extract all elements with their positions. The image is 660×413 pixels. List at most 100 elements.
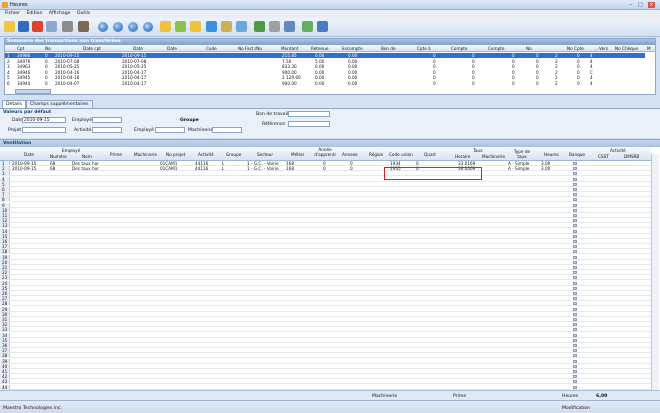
vcol-numero[interactable]: Numéro (50, 154, 67, 159)
banque-button[interactable] (573, 167, 577, 171)
vcol-csst[interactable]: CSST (598, 154, 609, 159)
col-no-fact[interactable]: No Fact./No (238, 46, 262, 51)
vcol-machinerie2[interactable]: Machinerie (482, 154, 505, 159)
banque-button[interactable] (573, 219, 577, 223)
col-compte[interactable]: Compte (451, 46, 467, 51)
vcol-annee[interactable]: Année d'apprenti (314, 147, 336, 157)
banque-button[interactable] (573, 271, 577, 275)
banque-button[interactable] (573, 359, 577, 363)
groupe-machinerie-field[interactable] (212, 127, 242, 133)
calculator-icon[interactable] (206, 21, 217, 32)
banque-button[interactable] (573, 198, 577, 202)
report-icon[interactable] (269, 21, 280, 32)
banque-button[interactable] (573, 260, 577, 264)
source-row[interactable]: 2 34976 0 2010-07-08 2010-07-08 7.50 5.00 0.00 0… (5, 59, 645, 64)
menu-fichier[interactable]: Fichier (5, 10, 20, 18)
col-code[interactable]: Code (206, 46, 217, 51)
vcol-type-taux[interactable]: Type de taux (513, 149, 531, 159)
banque-button[interactable] (573, 385, 577, 389)
folder-open-icon[interactable] (190, 21, 201, 32)
vcol-employe[interactable]: Employé (62, 148, 80, 153)
next-icon[interactable]: › (128, 22, 138, 32)
settings-icon[interactable] (317, 21, 328, 32)
ventilation-row[interactable]: 44 (0, 384, 651, 390)
maximize-button[interactable]: □ (637, 2, 644, 8)
banque-button[interactable] (573, 354, 577, 358)
ok-icon[interactable] (302, 21, 313, 32)
banque-button[interactable] (573, 328, 577, 332)
source-hscroll[interactable] (15, 89, 51, 94)
banque-button[interactable] (573, 349, 577, 353)
projet-field[interactable] (22, 127, 66, 133)
new-icon[interactable] (4, 21, 15, 32)
menu-edition[interactable]: Édition (26, 10, 42, 18)
banque-button[interactable] (573, 297, 577, 301)
col-bon[interactable]: Bon de (381, 46, 396, 51)
last-icon[interactable]: » (143, 22, 153, 32)
source-row[interactable]: 1 34980 0 2010-09-15 2010-09-15 215.85 0.00 0.0… (5, 53, 645, 58)
col-no[interactable]: No (45, 46, 51, 51)
source-row[interactable]: 5 34945 0 2010-04-16 2010-04-17 2 129.60 0.00 0… (5, 75, 645, 80)
banque-button[interactable] (573, 214, 577, 217)
col-cpt[interactable]: Cpt (17, 46, 24, 51)
banque-button[interactable] (573, 286, 577, 290)
col-retenue[interactable]: Retenue (311, 46, 328, 51)
close-button[interactable]: × (648, 2, 655, 8)
vcol-machinerie[interactable]: Machinerie (134, 152, 157, 157)
banque-button[interactable] (573, 344, 577, 347)
source-row[interactable]: 3 34963 0 2010-05-25 2010-05-25 833.30 0.00 0.0… (5, 64, 645, 69)
vcol-quart[interactable]: Quart (424, 152, 436, 157)
refresh-icon[interactable] (175, 21, 186, 32)
vcol-prime[interactable]: Prime (110, 152, 122, 157)
date-field[interactable]: 2010-09-15 (22, 117, 66, 123)
delete-icon[interactable] (32, 21, 43, 32)
vcol-taux[interactable]: Taux (473, 148, 483, 153)
save-icon[interactable] (18, 21, 29, 32)
col-no2[interactable]: No (526, 46, 532, 51)
source-row[interactable]: 4 34946 0 2010-04-16 2010-04-17 900.00 0.00 0.0… (5, 70, 645, 75)
minimize-button[interactable]: – (627, 2, 634, 8)
vcol-secteur[interactable]: Secteur (257, 152, 273, 157)
filter-icon[interactable] (221, 21, 232, 32)
col-date2[interactable]: Date (167, 46, 177, 51)
banque-button[interactable] (573, 224, 577, 228)
banque-button[interactable] (573, 380, 577, 384)
first-icon[interactable]: « (98, 22, 108, 32)
bon-field[interactable] (288, 111, 330, 117)
banque-button[interactable] (573, 302, 577, 306)
vcol-activite[interactable]: Activité (198, 152, 214, 157)
banque-button[interactable] (573, 193, 577, 197)
banque-button[interactable] (573, 188, 577, 191)
employe-field[interactable] (92, 117, 122, 123)
vcol-code-union[interactable]: Code union (389, 152, 413, 157)
previous-icon[interactable]: ‹ (113, 22, 123, 32)
vcol-region[interactable]: Région (369, 152, 383, 157)
banque-button[interactable] (573, 364, 577, 368)
vcol-banque[interactable]: Banque (569, 152, 585, 157)
col-cpte-a[interactable]: Cpte à (417, 46, 431, 51)
banque-button[interactable] (573, 333, 577, 337)
banque-button[interactable] (573, 276, 577, 280)
col-montant[interactable]: Montant (281, 46, 298, 51)
groupe-employe-field[interactable] (155, 127, 185, 133)
export-icon[interactable] (254, 21, 265, 32)
banque-button[interactable] (573, 234, 577, 238)
banque-button[interactable] (573, 375, 577, 379)
folder-icon[interactable] (160, 21, 171, 32)
sort-icon[interactable] (236, 21, 247, 32)
banque-button[interactable] (573, 266, 577, 269)
vcol-heures[interactable]: Heures (544, 152, 559, 157)
vcol-groupe[interactable]: Groupe (226, 152, 241, 157)
banque-button[interactable] (573, 177, 577, 181)
help-icon[interactable] (284, 21, 295, 32)
activite-field[interactable] (92, 127, 122, 133)
banque-button[interactable] (573, 255, 577, 259)
ventilation-vscroll[interactable] (651, 154, 659, 390)
banque-button[interactable] (573, 312, 577, 316)
reference-field[interactable] (288, 121, 330, 127)
banque-button[interactable] (573, 250, 577, 254)
col-compte2[interactable]: Compte (488, 46, 504, 51)
col-date[interactable]: Date (133, 46, 143, 51)
tab-champs[interactable]: Champs supplémentaires (26, 100, 93, 108)
banque-button[interactable] (573, 370, 577, 373)
